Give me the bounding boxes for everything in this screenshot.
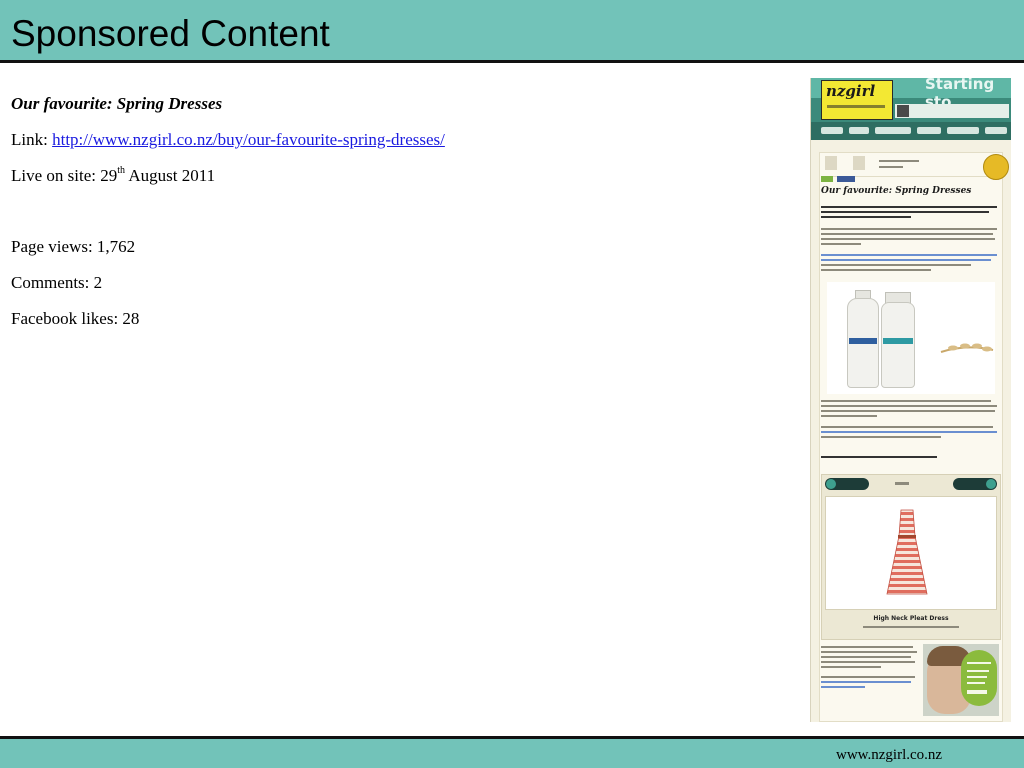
body-link-text bbox=[821, 681, 911, 683]
webpage-screenshot: Starting sto nzgirl Our favourite: Sprin… bbox=[810, 78, 1011, 722]
body-text bbox=[821, 676, 915, 678]
ad-text bbox=[967, 682, 985, 684]
nav-item bbox=[875, 127, 911, 134]
body-text bbox=[821, 238, 995, 240]
live-label: Live on site: 29 bbox=[11, 166, 118, 185]
article-title: Our favourite: Spring Dresses bbox=[821, 186, 972, 196]
gallery-count bbox=[895, 482, 909, 485]
gallery-price bbox=[863, 626, 959, 628]
meta-text bbox=[879, 160, 919, 162]
live-date-line: Live on site: 29th August 2011 bbox=[11, 165, 215, 187]
lotion-label bbox=[849, 338, 877, 344]
dress-image bbox=[886, 509, 928, 595]
nav-item bbox=[985, 127, 1007, 134]
logo-tagline bbox=[827, 105, 885, 108]
share-icon bbox=[821, 176, 833, 182]
footer-bar: www.nzgirl.co.nz bbox=[0, 736, 1024, 768]
facebook-likes: Facebook likes: 28 bbox=[11, 309, 140, 328]
ad-text bbox=[967, 662, 991, 664]
body-text bbox=[821, 228, 997, 230]
body-text bbox=[821, 400, 991, 402]
article-heading: Our favourite: Spring Dresses bbox=[11, 94, 223, 113]
title-bar: Sponsored Content bbox=[0, 0, 1024, 63]
body-link-text bbox=[821, 254, 997, 256]
comments-count: Comments: 2 bbox=[11, 273, 103, 292]
body-text bbox=[821, 426, 993, 428]
product-image bbox=[827, 282, 995, 394]
next-arrow-icon bbox=[986, 479, 996, 489]
meta-text bbox=[879, 166, 903, 168]
intro-text bbox=[821, 206, 997, 208]
body-link-text bbox=[821, 686, 865, 688]
body-text bbox=[821, 269, 931, 271]
body-text bbox=[821, 264, 971, 266]
comment-count-icon bbox=[825, 156, 837, 170]
facebook-like-icon bbox=[837, 176, 855, 182]
oats-illustration bbox=[940, 343, 994, 353]
body-text bbox=[821, 646, 913, 648]
nav-item bbox=[947, 127, 979, 134]
link-label: Link: bbox=[11, 130, 53, 149]
ad-text bbox=[967, 690, 987, 694]
gallery-item-name: High Neck Pleat Dress bbox=[873, 615, 949, 622]
footer-url: www.nzgirl.co.nz bbox=[836, 747, 943, 763]
user-avatar bbox=[897, 105, 909, 117]
body-text bbox=[821, 410, 995, 412]
nav-item bbox=[821, 127, 843, 134]
body-text bbox=[821, 405, 997, 407]
logo-text: nzgirl bbox=[826, 82, 876, 100]
user-bar bbox=[895, 104, 1009, 118]
slide-title: Sponsored Content bbox=[11, 13, 330, 54]
body-text bbox=[821, 651, 917, 653]
article-link[interactable]: http://www.nzgirl.co.nz/buy/our-favourit… bbox=[52, 130, 445, 149]
link-line: Link: http://www.nzgirl.co.nz/buy/our-fa… bbox=[11, 129, 445, 151]
body-text bbox=[821, 436, 941, 438]
body-text bbox=[821, 656, 911, 658]
live-month-year: August 2011 bbox=[125, 166, 216, 185]
sponsored-badge bbox=[983, 154, 1009, 180]
body-link-text bbox=[821, 431, 997, 433]
body-text bbox=[821, 666, 881, 668]
intro-text bbox=[821, 211, 989, 213]
prev-arrow-icon bbox=[826, 479, 836, 489]
fave-count-icon bbox=[853, 156, 865, 170]
intro-text bbox=[821, 216, 911, 218]
wash-label bbox=[883, 338, 913, 344]
body-text bbox=[821, 661, 915, 663]
wash-bottle bbox=[881, 302, 915, 388]
ad-offer-circle bbox=[961, 650, 997, 706]
gallery-intro bbox=[821, 456, 937, 458]
ad-text bbox=[967, 670, 989, 672]
nav-item bbox=[849, 127, 869, 134]
body-text bbox=[821, 233, 993, 235]
nav-item bbox=[917, 127, 941, 134]
article-meta bbox=[821, 154, 991, 177]
ad-text bbox=[967, 676, 987, 678]
nzgirl-logo: nzgirl bbox=[821, 80, 893, 120]
date-suffix: th bbox=[117, 165, 126, 177]
body-link-text bbox=[821, 259, 991, 261]
body-text bbox=[821, 243, 861, 245]
page-views: Page views: 1,762 bbox=[11, 237, 136, 256]
body-text bbox=[821, 415, 877, 417]
